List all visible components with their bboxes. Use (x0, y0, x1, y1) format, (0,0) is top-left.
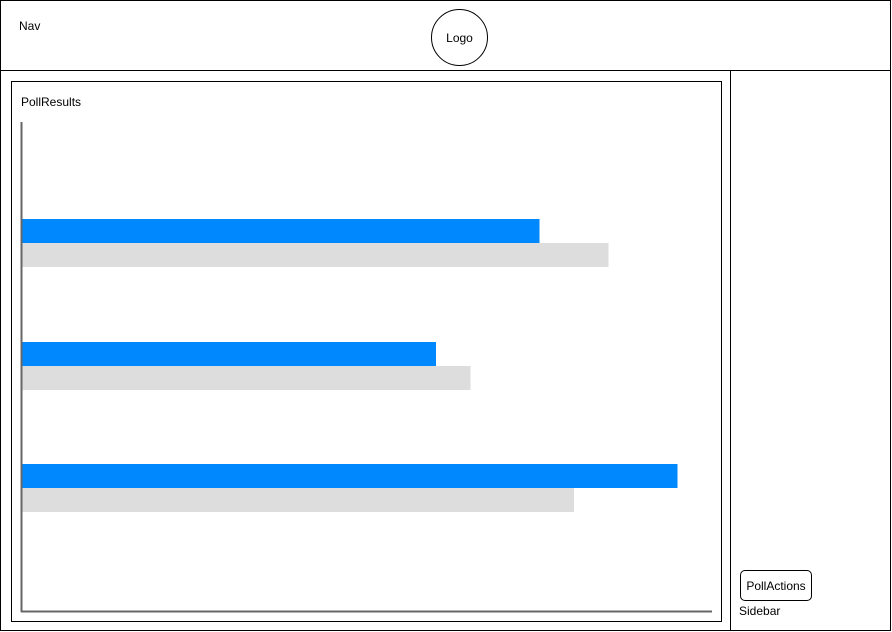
bar-s1-g3 (22, 464, 678, 488)
bars-layer (22, 219, 678, 512)
sidebar: PollActions Sidebar (730, 70, 891, 631)
nav-label: Nav (19, 19, 41, 33)
bar-s2-g2 (22, 366, 471, 390)
logo-label: Logo (446, 30, 473, 45)
main-content: PollResults (0, 70, 731, 631)
bar-s2-g3 (22, 488, 574, 512)
nav-bar: Nav Logo (0, 0, 891, 71)
poll-actions-button[interactable]: PollActions (740, 570, 812, 601)
poll-results-panel: PollResults (11, 81, 722, 622)
bar-s1-g2 (22, 342, 436, 366)
logo[interactable]: Logo (431, 9, 488, 66)
sidebar-label: Sidebar (739, 604, 781, 618)
poll-results-chart (20, 122, 712, 613)
bar-s2-g1 (22, 243, 609, 267)
bar-s1-g1 (22, 219, 540, 243)
poll-actions-label: PollActions (746, 578, 806, 593)
